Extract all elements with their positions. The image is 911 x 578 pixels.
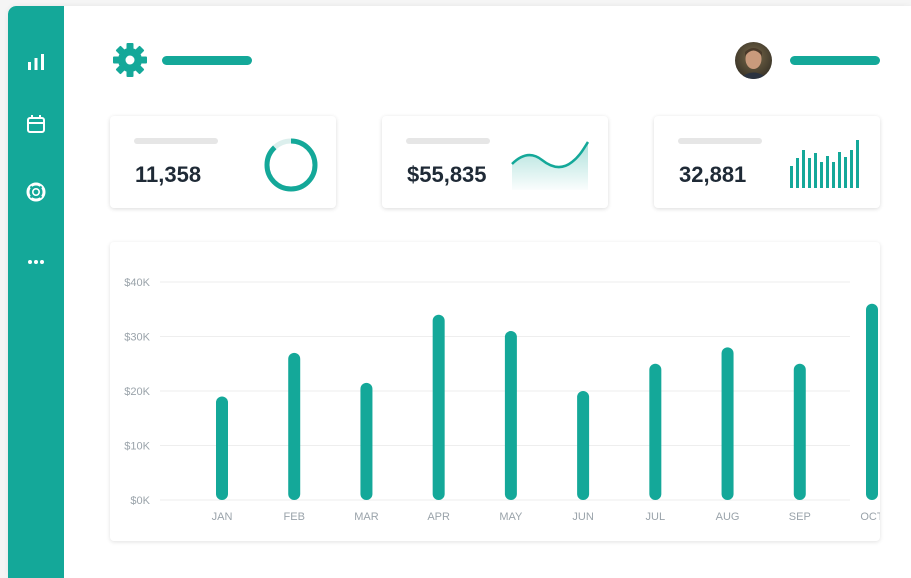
calendar-icon[interactable] [22, 110, 50, 138]
y-tick-label: $20K [124, 386, 150, 398]
stat-card-2[interactable]: $55,835 [382, 116, 608, 208]
gear-icon[interactable] [110, 40, 150, 80]
x-tick-label: JUN [572, 511, 593, 523]
stat-label-placeholder [134, 138, 218, 144]
y-tick-label: $10K [124, 441, 150, 453]
dashboard-window: 11,358 $55,835 32,881 $0K $10K $20K $30K… [8, 6, 911, 578]
y-tick-label: $30K [124, 332, 150, 344]
stat-label-placeholder [406, 138, 490, 144]
x-tick-label: MAR [354, 511, 379, 523]
stat-value: 32,881 [679, 162, 747, 187]
x-tick-label: AUG [716, 511, 740, 523]
stat-value: $55,835 [407, 162, 487, 187]
user-avatar[interactable] [735, 42, 772, 79]
lifebuoy-icon[interactable] [22, 178, 50, 206]
revenue-chart-card: $0K $10K $20K $30K $40K JAN FEB MAR APR MAY JUN JUL… [110, 242, 884, 541]
x-tick-label: OCT [860, 511, 880, 523]
x-tick-label: SEP [789, 511, 811, 523]
more-icon[interactable] [22, 248, 50, 276]
stat-value: 11,358 [135, 162, 202, 187]
donut-arc [264, 138, 318, 192]
mini-bar-chart [790, 140, 859, 188]
x-tick-label: FEB [284, 511, 305, 523]
bar-chart-icon[interactable] [22, 48, 50, 76]
x-tick-label: JUL [646, 511, 666, 523]
donut-chart [264, 138, 318, 192]
stat-card-1[interactable]: 11,358 [110, 116, 336, 208]
area-sparkline [511, 141, 590, 190]
x-tick-label: JAN [212, 511, 233, 523]
user-name-placeholder [790, 56, 880, 65]
page-title-placeholder [162, 56, 252, 65]
sidebar [8, 6, 64, 578]
stat-label-placeholder [678, 138, 762, 144]
stat-card-3[interactable]: 32,881 [654, 116, 880, 208]
y-tick-label: $0K [130, 495, 150, 507]
x-tick-label: APR [427, 511, 450, 523]
y-tick-label: $40K [124, 277, 150, 289]
x-tick-label: MAY [499, 511, 523, 523]
revenue-bar-chart: $0K $10K $20K $30K $40K JAN FEB MAR APR MAY JUN JUL… [124, 277, 884, 523]
